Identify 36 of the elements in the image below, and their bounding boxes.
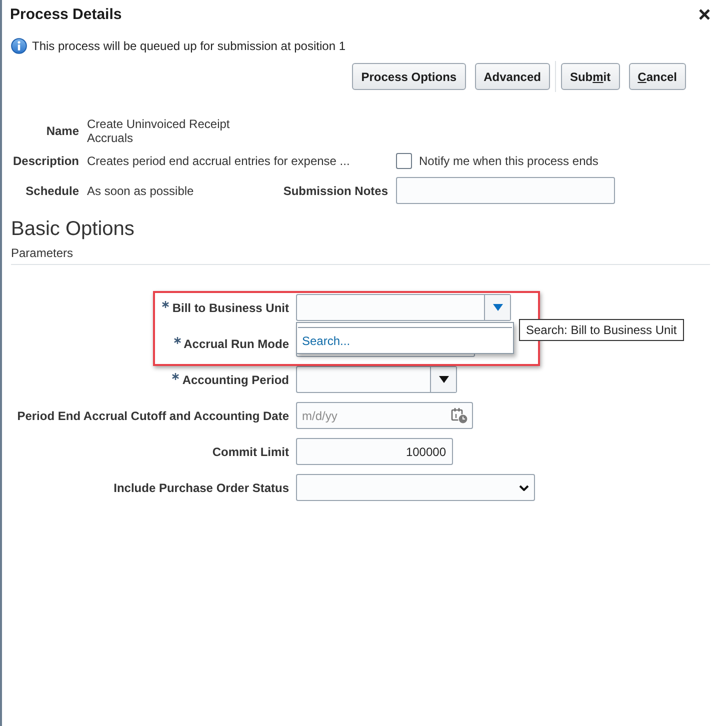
field-label: Submission Notes	[283, 184, 388, 198]
combo-box[interactable]	[296, 366, 457, 393]
subsection-title: Parameters	[11, 246, 74, 260]
dialog-button[interactable]: Process Options	[352, 63, 466, 90]
field-label: Accounting Period	[182, 372, 289, 386]
chevron-down-icon	[519, 484, 529, 490]
submission-notes-field[interactable]	[396, 177, 615, 204]
checkbox[interactable]	[396, 153, 412, 169]
checkbox-label[interactable]: Notify me when this process ends	[419, 154, 598, 168]
field-value: Creates period end accrual entries for expense ...	[87, 154, 350, 168]
dialog-button[interactable]: Cancel	[628, 63, 686, 90]
field-label: Accrual Run Mode	[184, 336, 289, 350]
number-field[interactable]: 100000	[296, 438, 453, 465]
dialog-button[interactable]: Submit	[560, 63, 620, 90]
field-label: Schedule	[26, 184, 79, 198]
calendar-clock-icon[interactable]	[451, 407, 468, 424]
search-link[interactable]: Search...	[302, 334, 350, 348]
field-label: Description	[12, 154, 79, 168]
field-label: Bill to Business Unit	[172, 300, 289, 314]
dialog-title: Process Details	[10, 6, 122, 23]
field-value: Create Uninvoiced Receipt Accruals	[87, 117, 231, 145]
combo-box[interactable]	[296, 294, 511, 321]
field-value: As soon as possible	[87, 184, 194, 198]
section-title: Basic Options	[11, 218, 134, 240]
field-label: Period End Accrual Cutoff and Accounting Date	[17, 408, 289, 422]
tooltip: Search: Bill to Business Unit	[519, 319, 684, 341]
field-label: Commit Limit	[212, 444, 289, 458]
field-label: Name	[46, 124, 79, 138]
field-label: Include Purchase Order Status	[114, 480, 289, 494]
close-icon[interactable]	[699, 9, 710, 20]
info-message: This process will be queued up for submission at position 1	[32, 38, 346, 54]
date-field[interactable]: m/d/yy	[296, 402, 473, 429]
info-icon	[11, 38, 27, 54]
select-field[interactable]	[296, 474, 535, 501]
dialog-button[interactable]: Advanced	[474, 63, 550, 90]
dropdown-button[interactable]	[430, 367, 456, 392]
